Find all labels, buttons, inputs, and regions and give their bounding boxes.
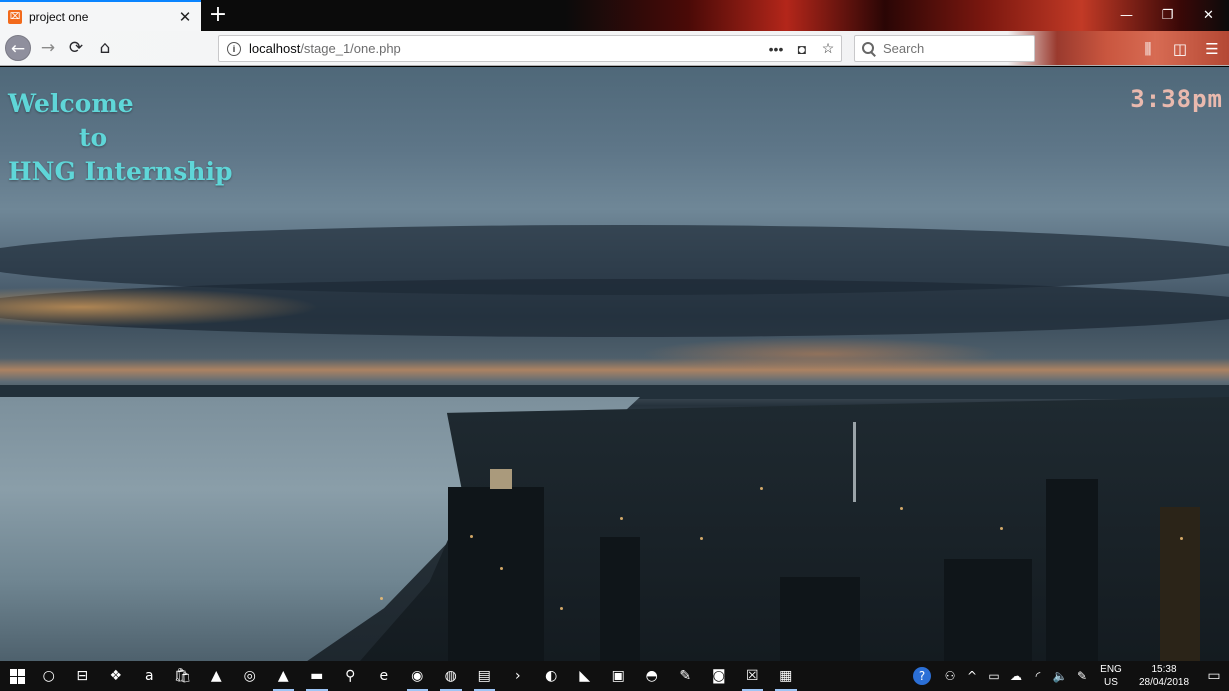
battery-icon[interactable]: ▭: [983, 669, 1005, 683]
pocket-icon[interactable]: ◘: [793, 41, 811, 57]
powershell-icon[interactable]: ›: [501, 661, 535, 691]
background-building: [448, 487, 544, 661]
address-bar[interactable]: i localhost/stage_1/one.php ••• ◘ ☆: [218, 35, 842, 62]
close-icon[interactable]: ✕: [177, 8, 193, 26]
taskbar-time: 15:38: [1151, 664, 1177, 675]
back-button[interactable]: ←: [5, 35, 31, 61]
dropbox-icon[interactable]: ❖: [99, 661, 133, 691]
page-actions-icon[interactable]: •••: [767, 41, 785, 57]
background-building: [600, 537, 640, 661]
city-light: [620, 517, 623, 520]
people-icon[interactable]: ⚇: [939, 669, 961, 683]
city-light: [560, 607, 563, 610]
city-light: [1180, 537, 1183, 540]
sunset-glow-right: [640, 337, 1000, 371]
close-window-button[interactable]: ✕: [1188, 0, 1229, 31]
xampp-icon: ⌧: [8, 9, 22, 24]
bookmark-star-icon[interactable]: ☆: [819, 40, 837, 57]
page-clock: 3:38pm: [1130, 85, 1223, 113]
windows-taskbar: ○ ⊟ ❖ a 🛍 ▲ ◎ ▲ ▬ ⚲ e ◉ ◍ ▤ › ◐ ◣ ▣ ◓ ✎ ◙ ☒ ▦ ? ⚇ ^ ▭ ☁ ◜ 🔈 ✎ …: [0, 661, 1229, 691]
taskbar-clock[interactable]: 15:38 28/04/2018: [1129, 663, 1199, 689]
pen-icon[interactable]: ✎: [669, 661, 703, 691]
welcome-line-2: to: [79, 123, 108, 152]
background-building: [1160, 507, 1200, 661]
minimize-button[interactable]: —: [1106, 0, 1147, 31]
file-explorer-icon[interactable]: ▬: [300, 661, 334, 691]
notifications-icon[interactable]: ▭: [1199, 668, 1229, 684]
android-icon[interactable]: ◓: [635, 661, 669, 691]
notepad-icon[interactable]: ▤: [468, 661, 502, 691]
url-host: localhost: [249, 41, 301, 56]
sidebar-icon[interactable]: ◫: [1169, 40, 1191, 58]
info-icon[interactable]: i: [227, 41, 241, 56]
sticky-notes-icon[interactable]: ▦: [769, 661, 803, 691]
window-controls: — ❐ ✕: [1106, 0, 1229, 31]
cortana-icon[interactable]: ○: [32, 661, 66, 691]
browser-titlebar: ⌧ project one ✕ + — ❐ ✕: [0, 0, 1229, 31]
taskbar-apps: ○ ⊟ ❖ a 🛍 ▲ ◎ ▲ ▬ ⚲ e ◉ ◍ ▤ › ◐ ◣ ▣ ◓ ✎ ◙ ☒ ▦: [32, 661, 803, 691]
volume-icon[interactable]: 🔈: [1049, 669, 1071, 683]
navigation-toolbar: ← → ⟳ ⌂ i localhost/stage_1/one.php ••• …: [0, 31, 1229, 66]
media-icon[interactable]: ◎: [233, 661, 267, 691]
restore-button[interactable]: ❐: [1147, 0, 1188, 31]
library-icon[interactable]: ⫼: [1137, 40, 1159, 58]
store-icon[interactable]: 🛍: [166, 661, 200, 691]
webstorm-icon[interactable]: ▣: [602, 661, 636, 691]
sunset-glow: [0, 287, 320, 327]
city-light: [900, 507, 903, 510]
reload-button[interactable]: ⟳: [63, 35, 89, 61]
github-icon[interactable]: ◙: [702, 661, 736, 691]
city-light: [700, 537, 703, 540]
pen-tray-icon[interactable]: ✎: [1071, 669, 1093, 683]
welcome-line-1: Welcome: [8, 89, 134, 118]
taskbar-date: 28/04/2018: [1138, 677, 1190, 688]
hamburger-menu-icon[interactable]: ☰: [1201, 40, 1223, 58]
language-code: ENG: [1100, 664, 1122, 675]
forward-button[interactable]: →: [35, 35, 61, 61]
visual-studio-icon[interactable]: ◣: [568, 661, 602, 691]
language-region: US: [1104, 677, 1118, 688]
language-indicator[interactable]: ENG US: [1093, 663, 1129, 689]
city-light: [380, 597, 383, 600]
url-path: /stage_1/one.php: [300, 41, 401, 56]
city-light: [500, 567, 503, 570]
tab-project-one[interactable]: ⌧ project one ✕: [0, 0, 201, 31]
page-content: Welcome to HNG Internship 3:38pm: [0, 67, 1229, 661]
url-actions: ••• ◘ ☆: [767, 36, 837, 61]
city-light: [470, 535, 473, 538]
search-bar[interactable]: Search: [854, 35, 1035, 62]
help-icon[interactable]: ?: [913, 667, 931, 685]
wifi-icon[interactable]: ◜: [1027, 669, 1049, 683]
vlc-running-icon[interactable]: ▲: [267, 661, 301, 691]
system-tray: ? ⚇ ^ ▭ ☁ ◜ 🔈 ✎ ENG US 15:38 28/04/2018 …: [913, 661, 1229, 691]
new-tab-button[interactable]: +: [206, 2, 230, 28]
edge-icon[interactable]: e: [367, 661, 401, 691]
chevron-up-icon[interactable]: ^: [961, 669, 983, 683]
background-building-top: [490, 469, 512, 489]
xbox-icon[interactable]: ◐: [535, 661, 569, 691]
city-light: [760, 487, 763, 490]
search-tool-icon[interactable]: ⚲: [334, 661, 368, 691]
background-building: [944, 559, 1032, 661]
windows-start-icon[interactable]: [0, 661, 32, 691]
welcome-heading: Welcome to HNG Internship: [8, 87, 232, 189]
task-view-icon[interactable]: ⊟: [66, 661, 100, 691]
background-building: [780, 577, 860, 661]
background-horizon: [0, 385, 1229, 399]
chrome-icon[interactable]: ◉: [401, 661, 435, 691]
xampp-icon[interactable]: ☒: [736, 661, 770, 691]
background-space-needle: [853, 422, 856, 502]
search-placeholder: Search: [883, 41, 925, 56]
background-building: [1046, 479, 1098, 661]
home-button[interactable]: ⌂: [92, 35, 118, 61]
amazon-icon[interactable]: a: [133, 661, 167, 691]
search-icon: [861, 41, 877, 57]
firefox-icon[interactable]: ◍: [434, 661, 468, 691]
welcome-line-3: HNG Internship: [8, 157, 233, 186]
vlc-icon[interactable]: ▲: [200, 661, 234, 691]
city-light: [1000, 527, 1003, 530]
toolbar-right: ⫼ ◫ ☰: [1137, 35, 1223, 62]
onedrive-icon[interactable]: ☁: [1005, 669, 1027, 683]
tab-title: project one: [29, 9, 89, 24]
